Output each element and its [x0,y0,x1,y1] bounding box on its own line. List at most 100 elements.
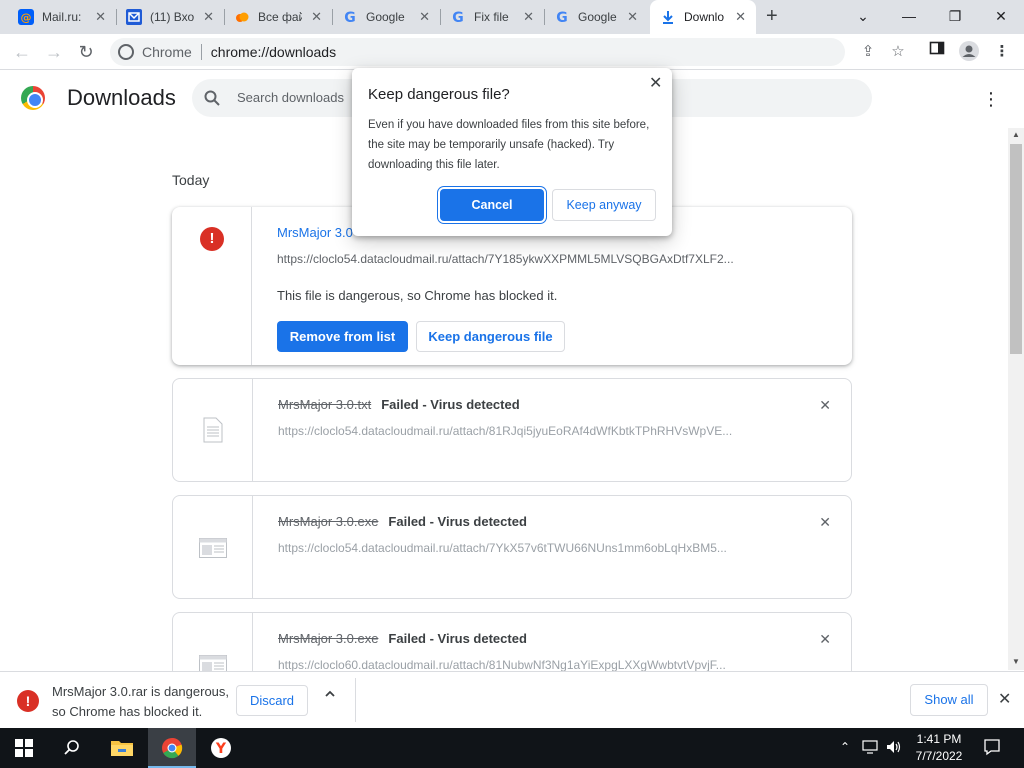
windows-logo-icon [15,739,33,757]
search-icon [64,740,79,755]
clock-date: 7/7/2022 [915,749,963,763]
chrome-menu-icon[interactable]: ⋮ [990,40,1014,64]
close-tab-icon[interactable]: ✕ [95,10,106,24]
chrome-page-icon [118,44,134,60]
google-icon: G [342,9,358,25]
tab-inbox[interactable]: (11) Вхо ✕ [116,0,225,34]
tab-mail-ru[interactable]: @ Mail.ru: ✕ [8,0,117,34]
svg-text:Y: Y [215,741,227,757]
back-button[interactable]: ← [10,40,34,64]
new-tab-button[interactable]: + [766,6,778,26]
remove-download-icon[interactable]: ✕ [819,514,831,531]
google-icon: G [450,9,466,25]
tab-all-files[interactable]: Все фай ✕ [224,0,333,34]
chevron-up-icon[interactable]: ⌃ [840,740,850,754]
scroll-down-arrow-icon[interactable]: ▼ [1008,655,1024,669]
close-shelf-icon[interactable]: ✕ [998,689,1011,709]
windows-taskbar: Y ⌃ 1:41 PM 7/7/2022 [0,728,1024,768]
close-tab-icon[interactable]: ✕ [735,10,746,24]
tab-title: Google [578,10,617,24]
address-chip: Chrome [142,44,192,60]
dialog-title: Keep dangerous file? [368,86,510,103]
danger-icon: ! [17,690,39,712]
chrome-taskbar-button[interactable] [148,728,196,768]
download-warning-text: This file is dangerous, so Chrome has bl… [277,288,558,303]
date-section-heading: Today [172,172,210,188]
download-url[interactable]: https://cloclo60.datacloudmail.ru/attach… [278,658,726,672]
remove-download-icon[interactable]: ✕ [819,397,831,414]
tab-title: (11) Вхо [150,10,194,24]
download-url[interactable]: https://cloclo54.datacloudmail.ru/attach… [278,541,727,555]
profile-avatar[interactable] [957,40,981,64]
remove-download-icon[interactable]: ✕ [819,631,831,648]
tab-google-1[interactable]: G Google ✕ [332,0,441,34]
file-explorer-button[interactable] [98,728,146,768]
maximize-button[interactable]: ❐ [932,4,978,28]
scrollbar-thumb[interactable] [1010,144,1022,354]
show-all-button[interactable]: Show all [910,684,988,716]
reload-button[interactable]: ↻ [74,40,98,64]
text-file-icon [203,417,223,443]
tab-strip: @ Mail.ru: ✕ (11) Вхо ✕ Все фай ✕ G Goog… [0,0,1024,34]
svg-text:G: G [344,10,356,25]
dialog-close-icon[interactable]: ✕ [649,73,662,93]
tab-title: Downlo [684,10,725,24]
download-file-name[interactable]: MrsMajor 3.0 [277,225,353,240]
close-tab-icon[interactable]: ✕ [311,10,322,24]
danger-icon: ! [200,227,224,251]
tab-downloads[interactable]: Downlo ✕ [650,0,756,34]
tab-google-2[interactable]: G Google ✕ [544,0,648,34]
cancel-button[interactable]: Cancel [440,189,544,221]
network-icon[interactable] [862,740,878,757]
keep-anyway-button[interactable]: Keep anyway [552,189,656,221]
download-file-name: MrsMajor 3.0.exe [278,514,379,529]
google-icon: G [554,9,570,25]
svg-text:G: G [556,10,568,25]
tab-title: Mail.ru: [42,10,82,24]
close-tab-icon[interactable]: ✕ [419,10,430,24]
remove-from-list-button[interactable]: Remove from list [277,321,408,352]
close-tab-icon[interactable]: ✕ [203,10,214,24]
search-input[interactable]: Search downloads [237,90,344,105]
download-url[interactable]: https://cloclo54.datacloudmail.ru/attach… [278,424,732,438]
share-icon[interactable]: ⇪ [856,40,880,64]
close-window-button[interactable]: ✕ [978,4,1024,28]
tab-search-icon[interactable]: ⌄ [840,4,886,28]
browser-toolbar: ← → ↻ Chrome chrome://downloads ⇪ ☆ ⋮ [0,34,1024,70]
tab-title: Все фай [258,10,302,24]
taskbar-clock[interactable]: 1:41 PM 7/7/2022 [900,731,978,765]
tab-title: Fix file [474,10,509,24]
notifications-icon[interactable] [983,738,1001,759]
shelf-warning-text: MrsMajor 3.0.rar is dangerous, so Chrome… [52,684,230,719]
download-status: Failed - Virus detected [388,631,527,646]
address-url[interactable]: chrome://downloads [211,44,336,60]
close-tab-icon[interactable]: ✕ [627,10,638,24]
cloud-icon [234,9,250,25]
download-icon [660,9,676,25]
close-tab-icon[interactable]: ✕ [523,10,534,24]
download-card: MrsMajor 3.0.txt Failed - Virus detected … [172,378,852,482]
address-bar[interactable]: Chrome chrome://downloads [110,38,845,66]
svg-text:G: G [452,10,464,25]
chevron-up-icon[interactable] [324,688,336,703]
download-status: Failed - Virus detected [388,514,527,529]
side-panel-icon[interactable] [925,40,949,64]
downloads-menu-icon[interactable]: ⋮ [982,88,1000,110]
tab-title: Google [366,10,405,24]
keep-dangerous-file-dialog: Keep dangerous file? ✕ Even if you have … [352,68,672,236]
svg-text:@: @ [21,11,32,24]
tab-fix-file[interactable]: G Fix file ✕ [440,0,545,34]
minimize-button[interactable]: — [886,4,932,28]
keep-dangerous-file-button[interactable]: Keep dangerous file [416,321,565,352]
scroll-up-arrow-icon[interactable]: ▲ [1008,128,1024,142]
bookmark-star-icon[interactable]: ☆ [886,40,910,64]
dialog-body-text: Even if you have downloaded files from t… [368,119,650,171]
discard-button[interactable]: Discard [236,685,308,716]
forward-button[interactable]: → [42,40,66,64]
yandex-browser-button[interactable]: Y [197,728,245,768]
start-button[interactable] [0,728,48,768]
folder-icon [111,741,133,756]
download-url[interactable]: https://cloclo54.datacloudmail.ru/attach… [277,252,734,266]
download-shelf: ! MrsMajor 3.0.rar is dangerous, so Chro… [0,671,1024,728]
search-taskbar-button[interactable] [48,728,96,768]
